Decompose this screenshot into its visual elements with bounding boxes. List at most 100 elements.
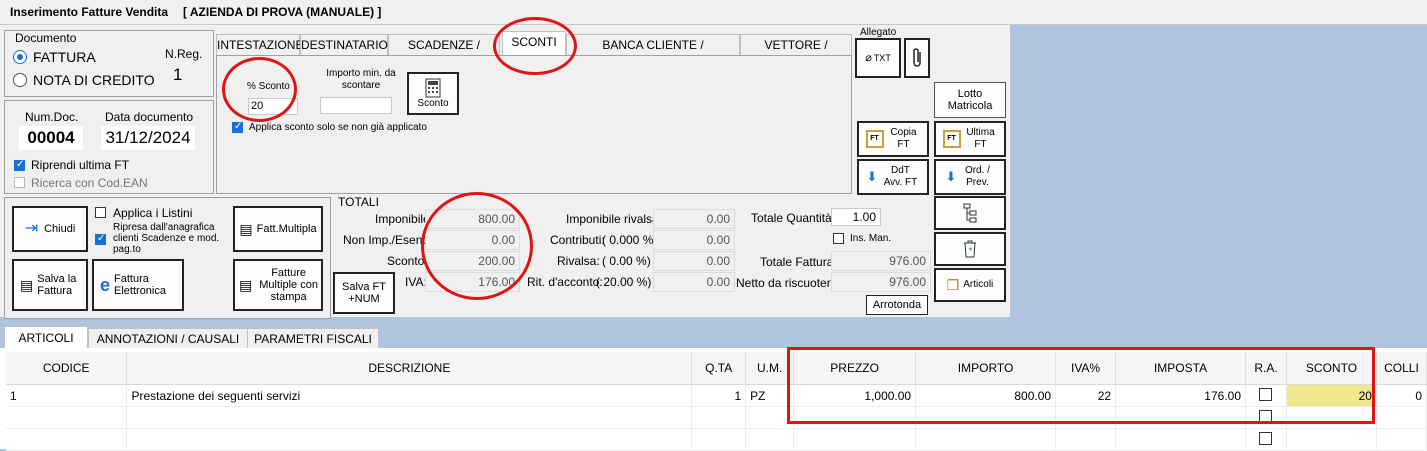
copia-ft-button[interactable]: FT Copia FT	[857, 121, 929, 157]
articoli-button[interactable]: ❒ Articoli	[934, 268, 1006, 302]
importo-min-label: Importo min. da scontare	[326, 68, 396, 91]
non-imp-label: Non Imp./Esenti:	[343, 233, 432, 247]
tab-destinatario[interactable]: DESTINATARIO	[300, 34, 388, 55]
fattura-label: FATTURA	[33, 49, 96, 65]
tab-scadenze[interactable]: SCADENZE / PAG.TO	[388, 34, 500, 72]
cell-descrizione[interactable]: Prestazione dei seguenti servizi	[126, 384, 693, 407]
nota-credito-radio[interactable]	[13, 73, 27, 87]
table-row[interactable]	[6, 428, 1427, 451]
cell-colli[interactable]	[1376, 406, 1427, 429]
recycle-bin-button[interactable]	[934, 232, 1006, 266]
last-doc-icon: FT	[942, 130, 961, 148]
cell-importo[interactable]	[915, 428, 1057, 451]
internet-explorer-icon: e	[100, 275, 111, 295]
inbox-download-icon: ⬇	[866, 169, 878, 184]
importo-min-field[interactable]	[320, 97, 392, 114]
totale-fattura-field: 976.00	[831, 251, 931, 271]
tab-articoli[interactable]: ARTICOLI	[4, 326, 88, 349]
netto-field: 976.00	[831, 272, 931, 292]
riprendi-checkbox[interactable]	[14, 159, 25, 171]
ritenuta-field: 0.00	[653, 272, 735, 292]
col-codice[interactable]: CODICE	[6, 352, 128, 385]
ins-man-checkbox[interactable]	[833, 233, 844, 244]
data-documento-field[interactable]: 31/12/2024	[101, 126, 195, 150]
ddt-avv-ft-button[interactable]: ⬇ DdT Avv. FT	[857, 159, 929, 195]
document-list-icon: ▤	[239, 277, 253, 293]
cell-codice[interactable]	[6, 406, 128, 429]
tab-banca-cliente[interactable]: BANCA CLIENTE / DIC.INTENTO	[566, 34, 740, 72]
arrotonda-button[interactable]: Arrotonda	[866, 295, 928, 315]
salva-fattura-button[interactable]: ▤ Salva la Fattura	[12, 259, 88, 311]
ricerca-ean-checkbox[interactable]	[14, 177, 25, 188]
netto-label: Netto da riscuotere:	[736, 276, 841, 290]
exit-door-icon: ⇥	[24, 220, 39, 237]
attach-button[interactable]	[904, 38, 930, 78]
ord-prev-label: Ord. / Prev.	[964, 165, 990, 188]
allegato-txt-button[interactable]: ⌀ TXT	[855, 38, 901, 78]
salva-ft-num-button[interactable]: Salva FT +NUM	[333, 272, 395, 314]
allegato-label: Allegato	[860, 27, 897, 38]
cell-colli[interactable]	[1376, 428, 1427, 451]
col-qta[interactable]: Q.TA	[691, 352, 747, 385]
ra-checkbox[interactable]	[1259, 431, 1273, 445]
allegato-txt-label: TXT	[873, 53, 891, 63]
cell-imposta[interactable]	[1115, 428, 1246, 451]
fatt-multipla-button[interactable]: ▤ Fatt.Multipla	[233, 206, 323, 252]
tree-structure-icon	[963, 203, 977, 223]
cell-iva[interactable]	[1055, 428, 1117, 451]
ripresa-anagrafica-label: Ripresa dall'anagrafica clienti Scadenze…	[113, 222, 220, 255]
cell-sconto[interactable]	[1286, 428, 1377, 451]
fattura-elettronica-button[interactable]: e Fattura Elettronica	[92, 259, 184, 311]
cell-qta[interactable]: 1	[691, 384, 747, 407]
cell-um[interactable]	[745, 428, 795, 451]
tree-button[interactable]	[934, 196, 1006, 230]
window-title: Inserimento Fatture Vendita	[10, 5, 169, 19]
applica-listini-checkbox[interactable]	[95, 207, 106, 218]
cell-descrizione[interactable]	[126, 428, 693, 451]
cell-ra[interactable]	[1245, 428, 1287, 451]
contributi-perc: ( 0.000 %)	[602, 233, 658, 247]
tab-vettore-agenti[interactable]: VETTORE / AGENTI	[740, 34, 852, 72]
imp-rivalsa-field: 0.00	[653, 209, 735, 229]
sconti-panel: % Sconto 20 Importo min. da scontare Sco…	[216, 55, 852, 194]
tab-annotazioni[interactable]: ANNOTAZIONI / CAUSALI	[88, 328, 248, 349]
tab-parametri-fiscali[interactable]: PARAMETRI FISCALI	[247, 328, 379, 349]
salva-fattura-label: Salva la Fattura	[37, 273, 77, 297]
cell-qta[interactable]	[691, 406, 747, 429]
riprendi-label: Riprendi ultima FT	[31, 158, 130, 172]
sconto-button[interactable]: Sconto	[407, 72, 459, 115]
col-colli[interactable]: COLLI	[1376, 352, 1427, 385]
fatture-multiple-stampa-label: Fatture Multiple con stampa	[259, 267, 318, 303]
cell-prezzo[interactable]	[793, 428, 917, 451]
articoli-label: Articoli	[963, 279, 994, 290]
fattura-radio[interactable]	[13, 50, 27, 64]
applica-sconto-checkbox[interactable]	[232, 121, 243, 133]
cell-codice[interactable]	[6, 428, 128, 451]
documento-group: Documento FATTURA NOTA DI CREDITO N.Reg.…	[4, 30, 214, 97]
tab-intestazione[interactable]: INTESTAZIONE	[216, 34, 303, 55]
cell-codice[interactable]: 1	[6, 384, 128, 407]
ins-man-label: Ins. Man.	[850, 233, 892, 244]
numdoc-group: Num.Doc. 00004 Data documento 31/12/2024…	[4, 100, 214, 194]
document-list-icon: ▤	[239, 221, 253, 237]
rivalsa-perc: ( 0.00 %)	[602, 254, 651, 268]
lotto-matricola-button[interactable]: Lotto Matricola	[934, 82, 1006, 118]
ord-prev-button[interactable]: ⬇ Ord. / Prev.	[934, 159, 1006, 195]
annotation-circle-totali	[421, 192, 533, 300]
totali-title: TOTALI	[338, 195, 379, 209]
data-documento-label: Data documento	[105, 110, 194, 124]
cell-colli[interactable]: 0	[1376, 384, 1427, 407]
chiudi-button[interactable]: ⇥ Chiudi	[12, 206, 88, 252]
nreg-value: 1	[173, 65, 183, 84]
ripresa-anagrafica-checkbox[interactable]	[95, 233, 106, 245]
cell-qta[interactable]	[691, 428, 747, 451]
totale-quantita-label: Totale Quantità:	[751, 211, 836, 225]
numdoc-field[interactable]: 00004	[19, 126, 83, 150]
applica-sconto-label: Applica sconto solo se non già applicato	[249, 122, 427, 133]
fatture-multiple-stampa-button[interactable]: ▤ Fatture Multiple con stampa	[233, 259, 323, 311]
cell-descrizione[interactable]	[126, 406, 693, 429]
col-descrizione[interactable]: DESCRIZIONE	[126, 352, 693, 385]
chiudi-label: Chiudi	[44, 223, 76, 235]
paperclip-icon: ⌀	[865, 52, 872, 64]
ultima-ft-button[interactable]: FT Ultima FT	[934, 121, 1006, 157]
